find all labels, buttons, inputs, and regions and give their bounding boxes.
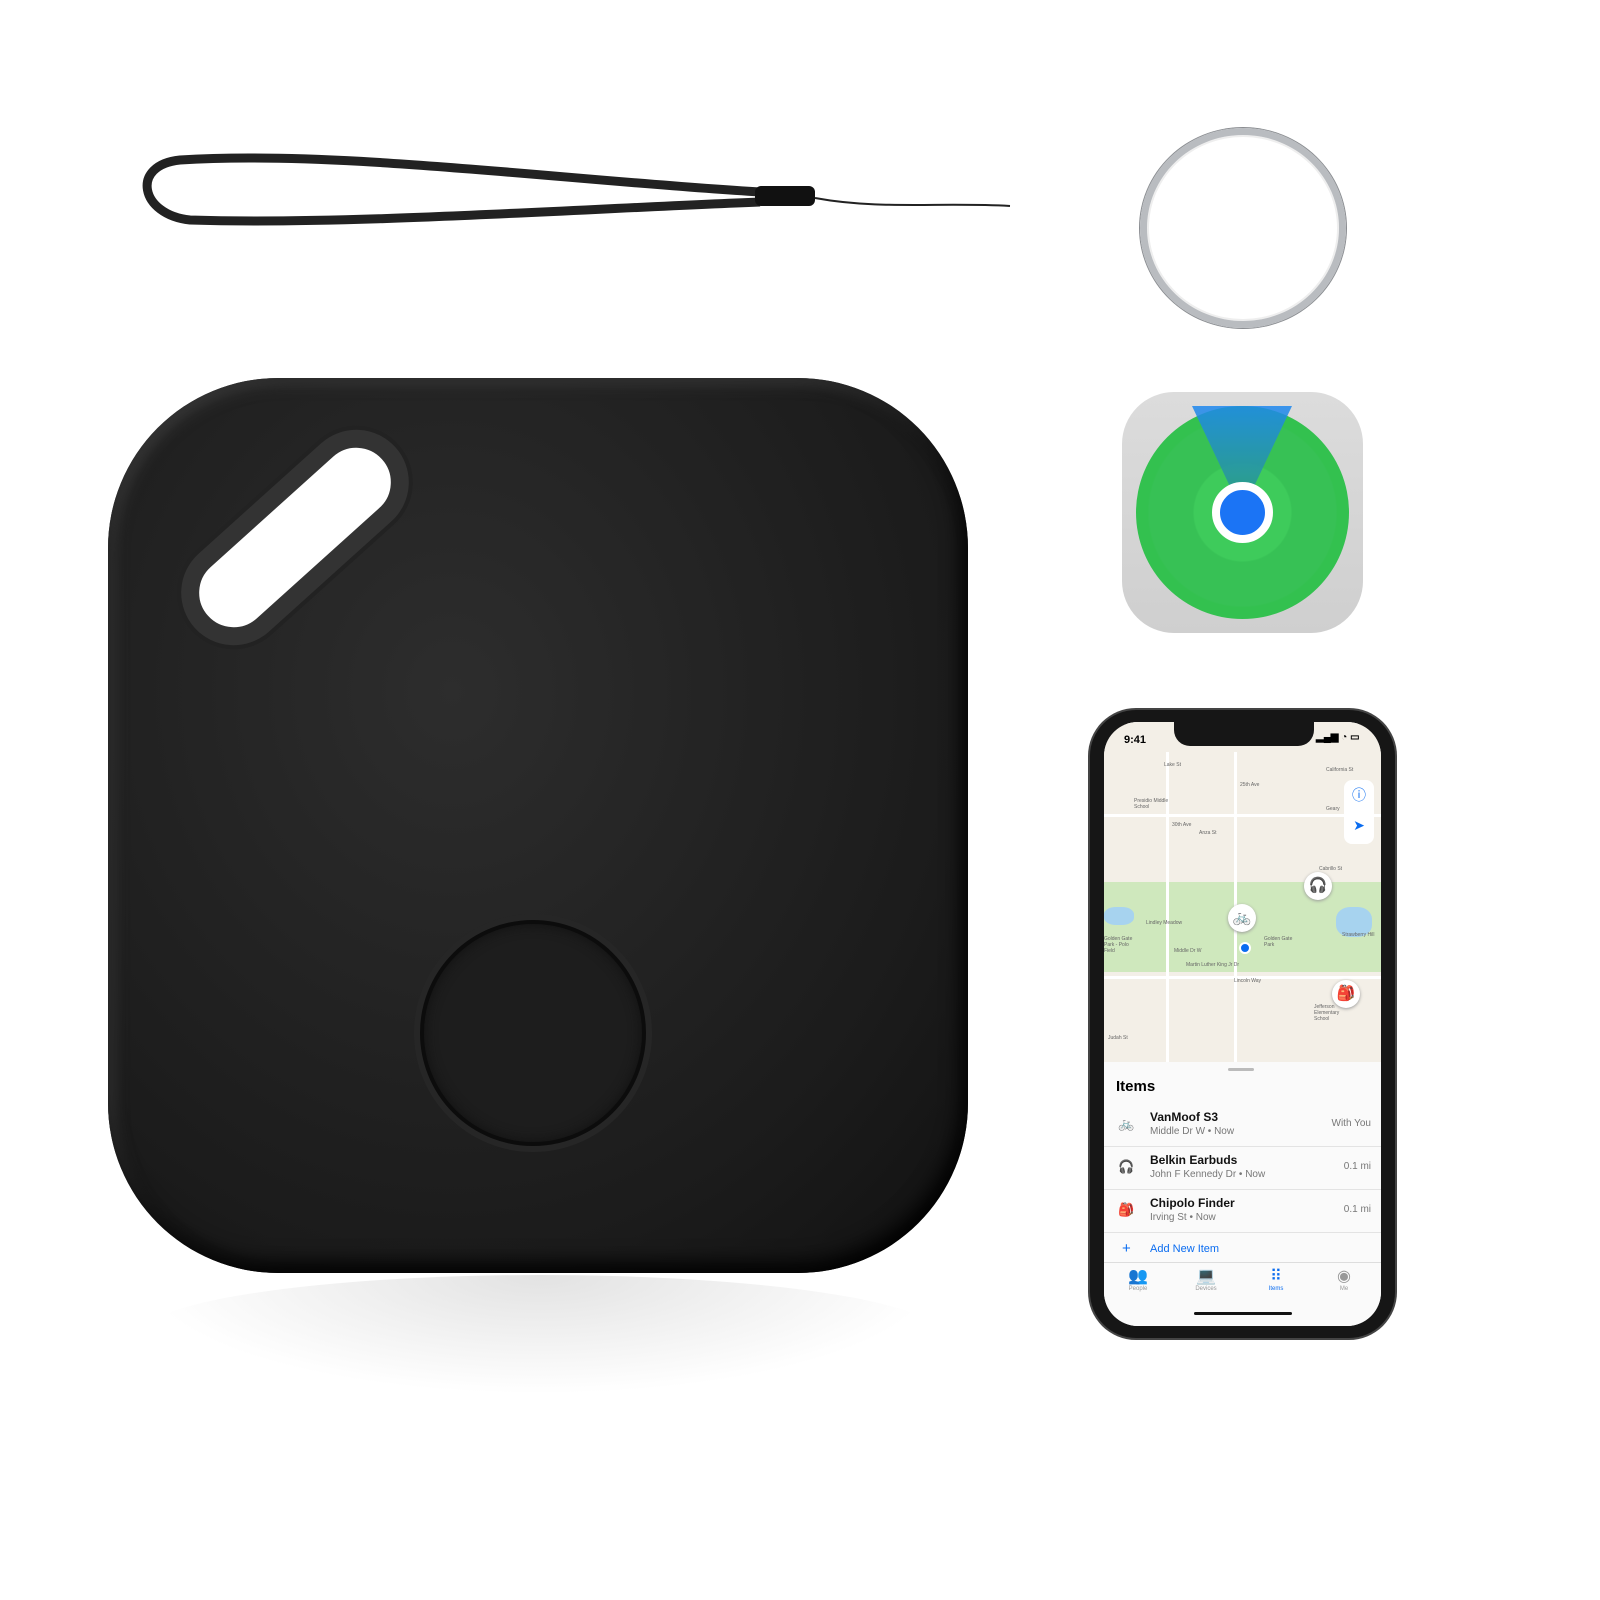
tab-people[interactable]: 👥 People	[1108, 1266, 1168, 1292]
tab-label: People	[1128, 1286, 1148, 1292]
map-label: Martin Luther King Jr Dr	[1186, 962, 1240, 968]
item-distance: With You	[1331, 1118, 1371, 1129]
item-subtitle: Irving St • Now	[1150, 1212, 1216, 1223]
backpack-icon: 🎒	[1118, 1202, 1135, 1217]
item-distance: 0.1 mi	[1343, 1204, 1371, 1215]
map[interactable]: Lake St California St Geary Presidio Mid…	[1104, 722, 1381, 1062]
sheet-grabber[interactable]	[1228, 1068, 1254, 1071]
road	[1104, 814, 1381, 817]
lake	[1104, 907, 1134, 925]
sheet-title: Items	[1116, 1078, 1156, 1095]
location-arrow-icon[interactable]: ➤	[1344, 810, 1374, 840]
phone-screen: Lake St California St Geary Presidio Mid…	[1104, 722, 1381, 1326]
backpack-pin-icon[interactable]: 🎒	[1332, 980, 1360, 1008]
item-subtitle: John F Kennedy Dr • Now	[1150, 1169, 1266, 1180]
items-icon: ⠿	[1270, 1268, 1282, 1285]
list-item[interactable]: 🚲 VanMoof S3 Middle Dr W • Now With You	[1104, 1104, 1381, 1147]
home-indicator	[1194, 1312, 1292, 1315]
map-label: Strawberry Hill	[1342, 932, 1375, 938]
tab-devices[interactable]: 💻 Devices	[1176, 1266, 1236, 1292]
tab-label: Me	[1339, 1286, 1349, 1292]
map-label: Geary	[1326, 806, 1340, 812]
tab-me[interactable]: ◉ Me	[1314, 1266, 1374, 1292]
list-item[interactable]: 🎒 Chipolo Finder Irving St • Now 0.1 mi	[1104, 1190, 1381, 1233]
map-label: Lincoln Way	[1234, 978, 1262, 984]
item-distance: 0.1 mi	[1343, 1161, 1371, 1172]
add-new-item-label: Add New Item	[1150, 1243, 1220, 1255]
map-controls: ⓘ ➤	[1344, 780, 1374, 844]
phone: Lake St California St Geary Presidio Mid…	[1090, 710, 1395, 1338]
phone-notch	[1174, 722, 1314, 746]
headphones-icon: 🎧	[1118, 1159, 1135, 1174]
item-name: Chipolo Finder	[1150, 1196, 1235, 1210]
item-name: Belkin Earbuds	[1150, 1153, 1238, 1167]
map-label: 25th Ave	[1240, 782, 1260, 788]
headphones-pin-icon[interactable]: 🎧	[1304, 872, 1332, 900]
user-location-dot	[1239, 942, 1251, 954]
plus-icon: +	[1122, 1240, 1131, 1257]
add-new-item-button[interactable]: + Add New Item	[1104, 1240, 1381, 1262]
item-subtitle: Middle Dr W • Now	[1150, 1126, 1235, 1137]
person-icon: ◉	[1337, 1268, 1351, 1285]
map-label: Lake St	[1164, 762, 1181, 768]
tab-label: Devices	[1195, 1286, 1217, 1292]
map-label: Presidio Middle School	[1134, 798, 1169, 810]
bicycle-icon: 🚲	[1118, 1116, 1135, 1131]
people-icon: 👥	[1128, 1268, 1148, 1285]
lanyard-strap	[142, 153, 1011, 226]
tab-label: Items	[1268, 1286, 1284, 1292]
map-label: 30th Ave	[1172, 822, 1192, 828]
tab-items[interactable]: ⠿ Items	[1246, 1266, 1306, 1292]
map-label: Golden Gate Park	[1264, 936, 1293, 948]
item-name: VanMoof S3	[1150, 1110, 1219, 1124]
key-ring	[1140, 128, 1346, 328]
bicycle-pin-icon[interactable]: 🚲	[1228, 904, 1256, 932]
map-label: Anza St	[1199, 830, 1217, 836]
location-dot-icon	[1212, 482, 1273, 543]
signal-wifi-battery-icon: ▂▄▆ ◔ ▭	[1316, 732, 1360, 743]
status-time: 9:41	[1124, 734, 1147, 746]
list-item[interactable]: 🎧 Belkin Earbuds John F Kennedy Dr • Now…	[1104, 1147, 1381, 1190]
map-label: Middle Dr W	[1174, 948, 1202, 954]
tracker-reflection	[140, 1275, 940, 1395]
tracker-button	[420, 920, 646, 1146]
map-label: Cabrillo St	[1319, 866, 1343, 872]
map-label: Golden Gate Park - Polo Field	[1104, 936, 1133, 954]
map-label: Lindley Meadow	[1146, 920, 1183, 926]
map-label: Judah St	[1108, 1035, 1128, 1041]
devices-icon: 💻	[1196, 1268, 1216, 1285]
tabbar-divider	[1104, 1262, 1381, 1263]
map-label: California St	[1326, 767, 1354, 773]
find-my-app-icon	[1122, 392, 1363, 633]
info-icon[interactable]: ⓘ	[1344, 780, 1374, 810]
